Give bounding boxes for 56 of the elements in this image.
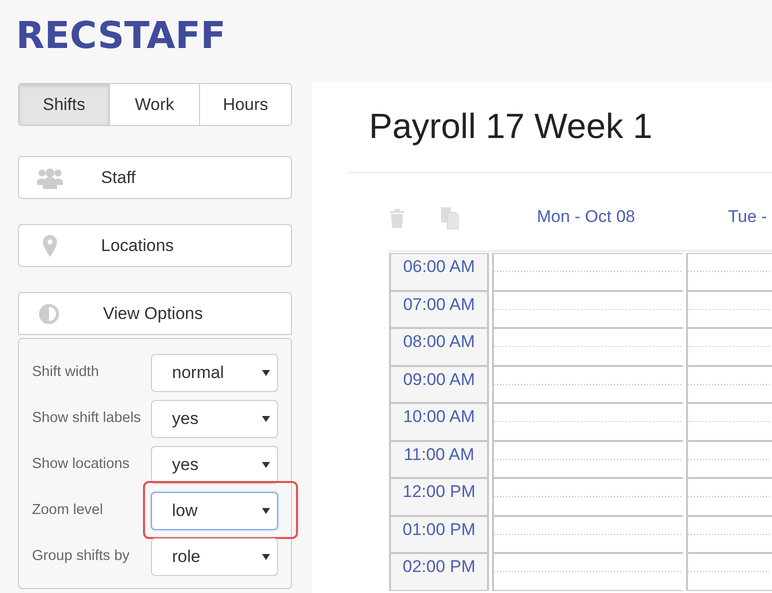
time-slot-label: 10:00 AM bbox=[389, 403, 489, 440]
schedule-cell[interactable] bbox=[492, 253, 683, 290]
schedule-cell[interactable] bbox=[686, 440, 772, 478]
panel-button[interactable]: Locations bbox=[18, 224, 292, 267]
page-title: Payroll 17 Week 1 bbox=[368, 106, 652, 148]
schedule-cell[interactable] bbox=[492, 478, 683, 516]
caret-icon bbox=[262, 508, 270, 514]
schedule-cell[interactable] bbox=[492, 553, 683, 590]
day-header[interactable]: Tue - bbox=[728, 198, 768, 227]
people-icon bbox=[37, 166, 63, 188]
schedule-cell[interactable] bbox=[686, 253, 772, 290]
caret-icon bbox=[262, 416, 270, 422]
option-select[interactable]: low bbox=[151, 492, 278, 530]
option-label: Shift width bbox=[32, 363, 99, 380]
app-logo: RECSTAFF bbox=[15, 13, 226, 59]
option-label: Show locations bbox=[32, 455, 130, 472]
caret-icon bbox=[262, 554, 270, 560]
schedule-cell[interactable] bbox=[686, 403, 772, 440]
time-slot-label: 12:00 PM bbox=[389, 478, 489, 516]
schedule-cell[interactable] bbox=[492, 328, 683, 366]
view-tab[interactable]: Shifts bbox=[19, 84, 109, 125]
time-slot-label: 11:00 AM bbox=[389, 440, 489, 478]
option-label: Group shifts by bbox=[32, 547, 130, 564]
view-tab[interactable]: Hours bbox=[199, 84, 291, 125]
schedule-cell[interactable] bbox=[492, 366, 683, 403]
time-slot-label: 02:00 PM bbox=[389, 553, 489, 590]
schedule-cell[interactable] bbox=[492, 440, 683, 478]
panel-button[interactable]: View Options bbox=[18, 292, 292, 335]
schedule-cell[interactable] bbox=[492, 403, 683, 440]
schedule-cell[interactable] bbox=[686, 516, 772, 553]
trash-icon[interactable] bbox=[389, 208, 405, 228]
schedule-cell[interactable] bbox=[492, 290, 683, 328]
time-slot-label: 09:00 AM bbox=[389, 366, 489, 403]
option-select[interactable]: yes bbox=[151, 446, 278, 484]
map-pin-icon bbox=[43, 234, 57, 256]
caret-icon bbox=[262, 462, 270, 468]
schedule-cell[interactable] bbox=[686, 290, 772, 328]
contrast-icon bbox=[39, 304, 59, 324]
time-slot-label: 08:00 AM bbox=[389, 328, 489, 366]
panel-button[interactable]: Staff bbox=[18, 156, 292, 199]
time-slot-label: 07:00 AM bbox=[389, 290, 489, 328]
option-label: Zoom level bbox=[32, 501, 103, 518]
time-slot-label: 06:00 AM bbox=[389, 253, 489, 290]
option-select[interactable]: yes bbox=[151, 400, 278, 438]
schedule-cell[interactable] bbox=[492, 516, 683, 553]
day-header[interactable]: Mon - Oct 08 bbox=[536, 198, 636, 227]
copy-icon[interactable] bbox=[441, 206, 459, 230]
schedule-cell[interactable] bbox=[686, 328, 772, 366]
schedule-cell[interactable] bbox=[686, 366, 772, 403]
option-label: Show shift labels bbox=[32, 409, 141, 426]
option-select[interactable]: normal bbox=[151, 354, 278, 392]
schedule-cell[interactable] bbox=[686, 478, 772, 516]
option-select[interactable]: role bbox=[151, 538, 278, 576]
schedule-cell[interactable] bbox=[686, 553, 772, 590]
caret-icon bbox=[262, 370, 270, 376]
time-slot-label: 01:00 PM bbox=[389, 516, 489, 553]
